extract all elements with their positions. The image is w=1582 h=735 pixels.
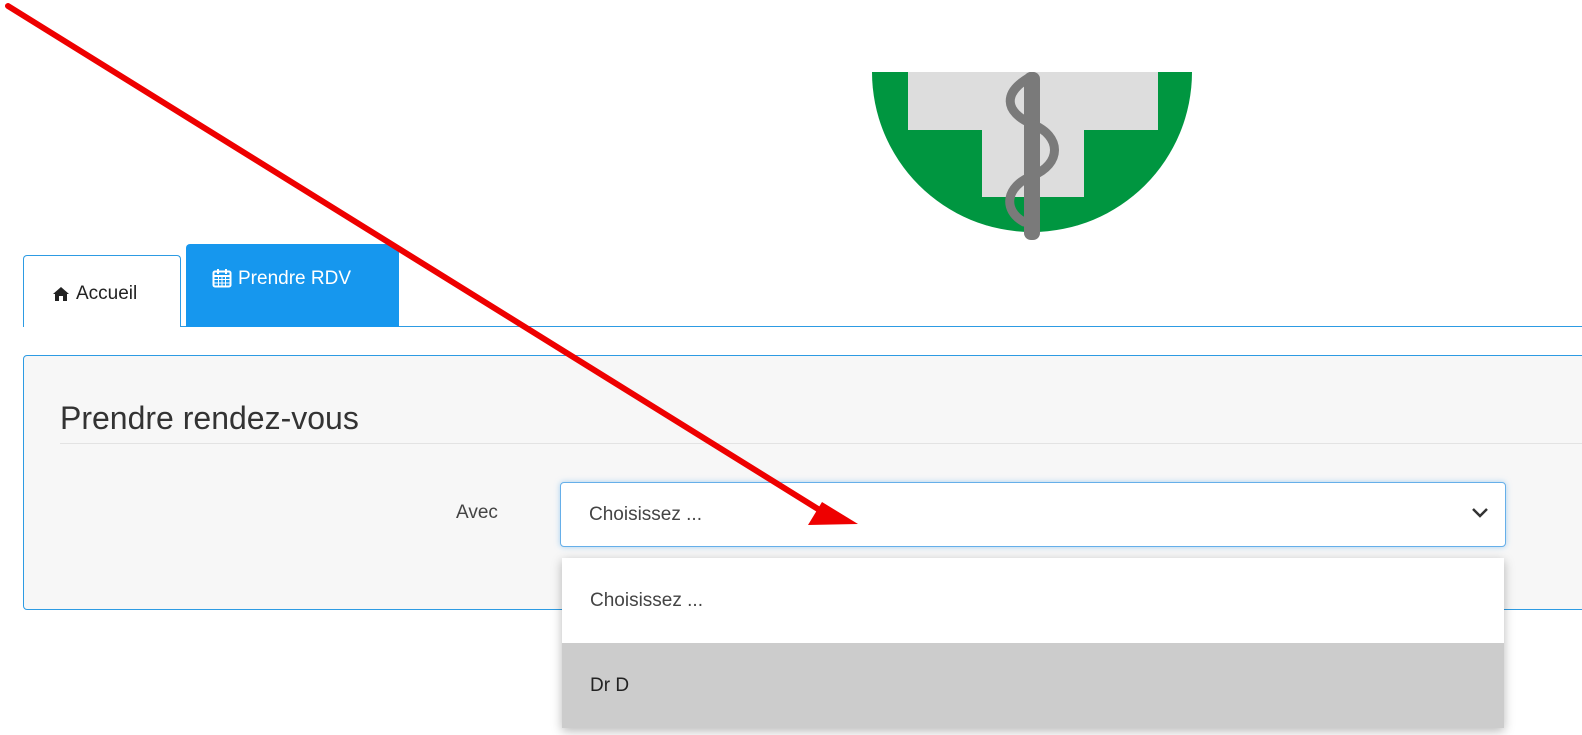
home-icon [53,286,69,301]
panel-divider [60,443,1582,444]
tab-prendre-rdv-label: Prendre RDV [238,268,351,289]
doctor-options-list: Choisissez ... Dr D [562,558,1504,728]
chevron-down-icon [1472,508,1488,518]
doctor-select-value: Choisissez ... [589,503,702,525]
tab-accueil[interactable]: Accueil [23,255,181,327]
option-dr-d[interactable]: Dr D [562,643,1504,728]
option-choisissez[interactable]: Choisissez ... [562,558,1504,643]
tab-bar: Accueil Prendre RDV [23,244,1582,327]
tab-prendre-rdv[interactable]: Prendre RDV [186,244,399,327]
avec-label: Avec [456,502,498,523]
doctor-select[interactable]: Choisissez ... [560,482,1506,547]
calendar-icon [212,269,232,288]
option-label: Dr D [590,674,630,696]
page: Accueil Prendre RDV Prendre rendez-vous … [0,0,1582,735]
tab-accueil-label: Accueil [76,282,138,304]
medical-cross-logo [872,72,1192,240]
option-label: Choisissez ... [590,589,703,611]
panel-title: Prendre rendez-vous [60,400,359,436]
